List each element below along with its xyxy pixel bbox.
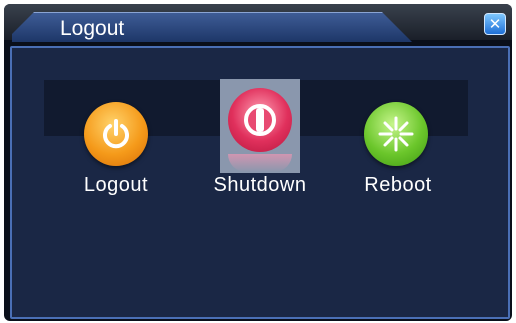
shutdown-bar [256,108,264,132]
reboot-label: Reboot [364,174,432,196]
shutdown-label: Shutdown [213,174,307,196]
logout-dialog: Logout ✕ Logout Shutdown Reboot [4,4,512,321]
icon-reflection [228,154,292,172]
sparkle-icon [378,116,414,152]
close-button[interactable]: ✕ [484,13,506,35]
dialog-title: Logout [60,17,125,40]
power-symbol-icon [103,119,129,149]
logout-label: Logout [83,174,149,196]
